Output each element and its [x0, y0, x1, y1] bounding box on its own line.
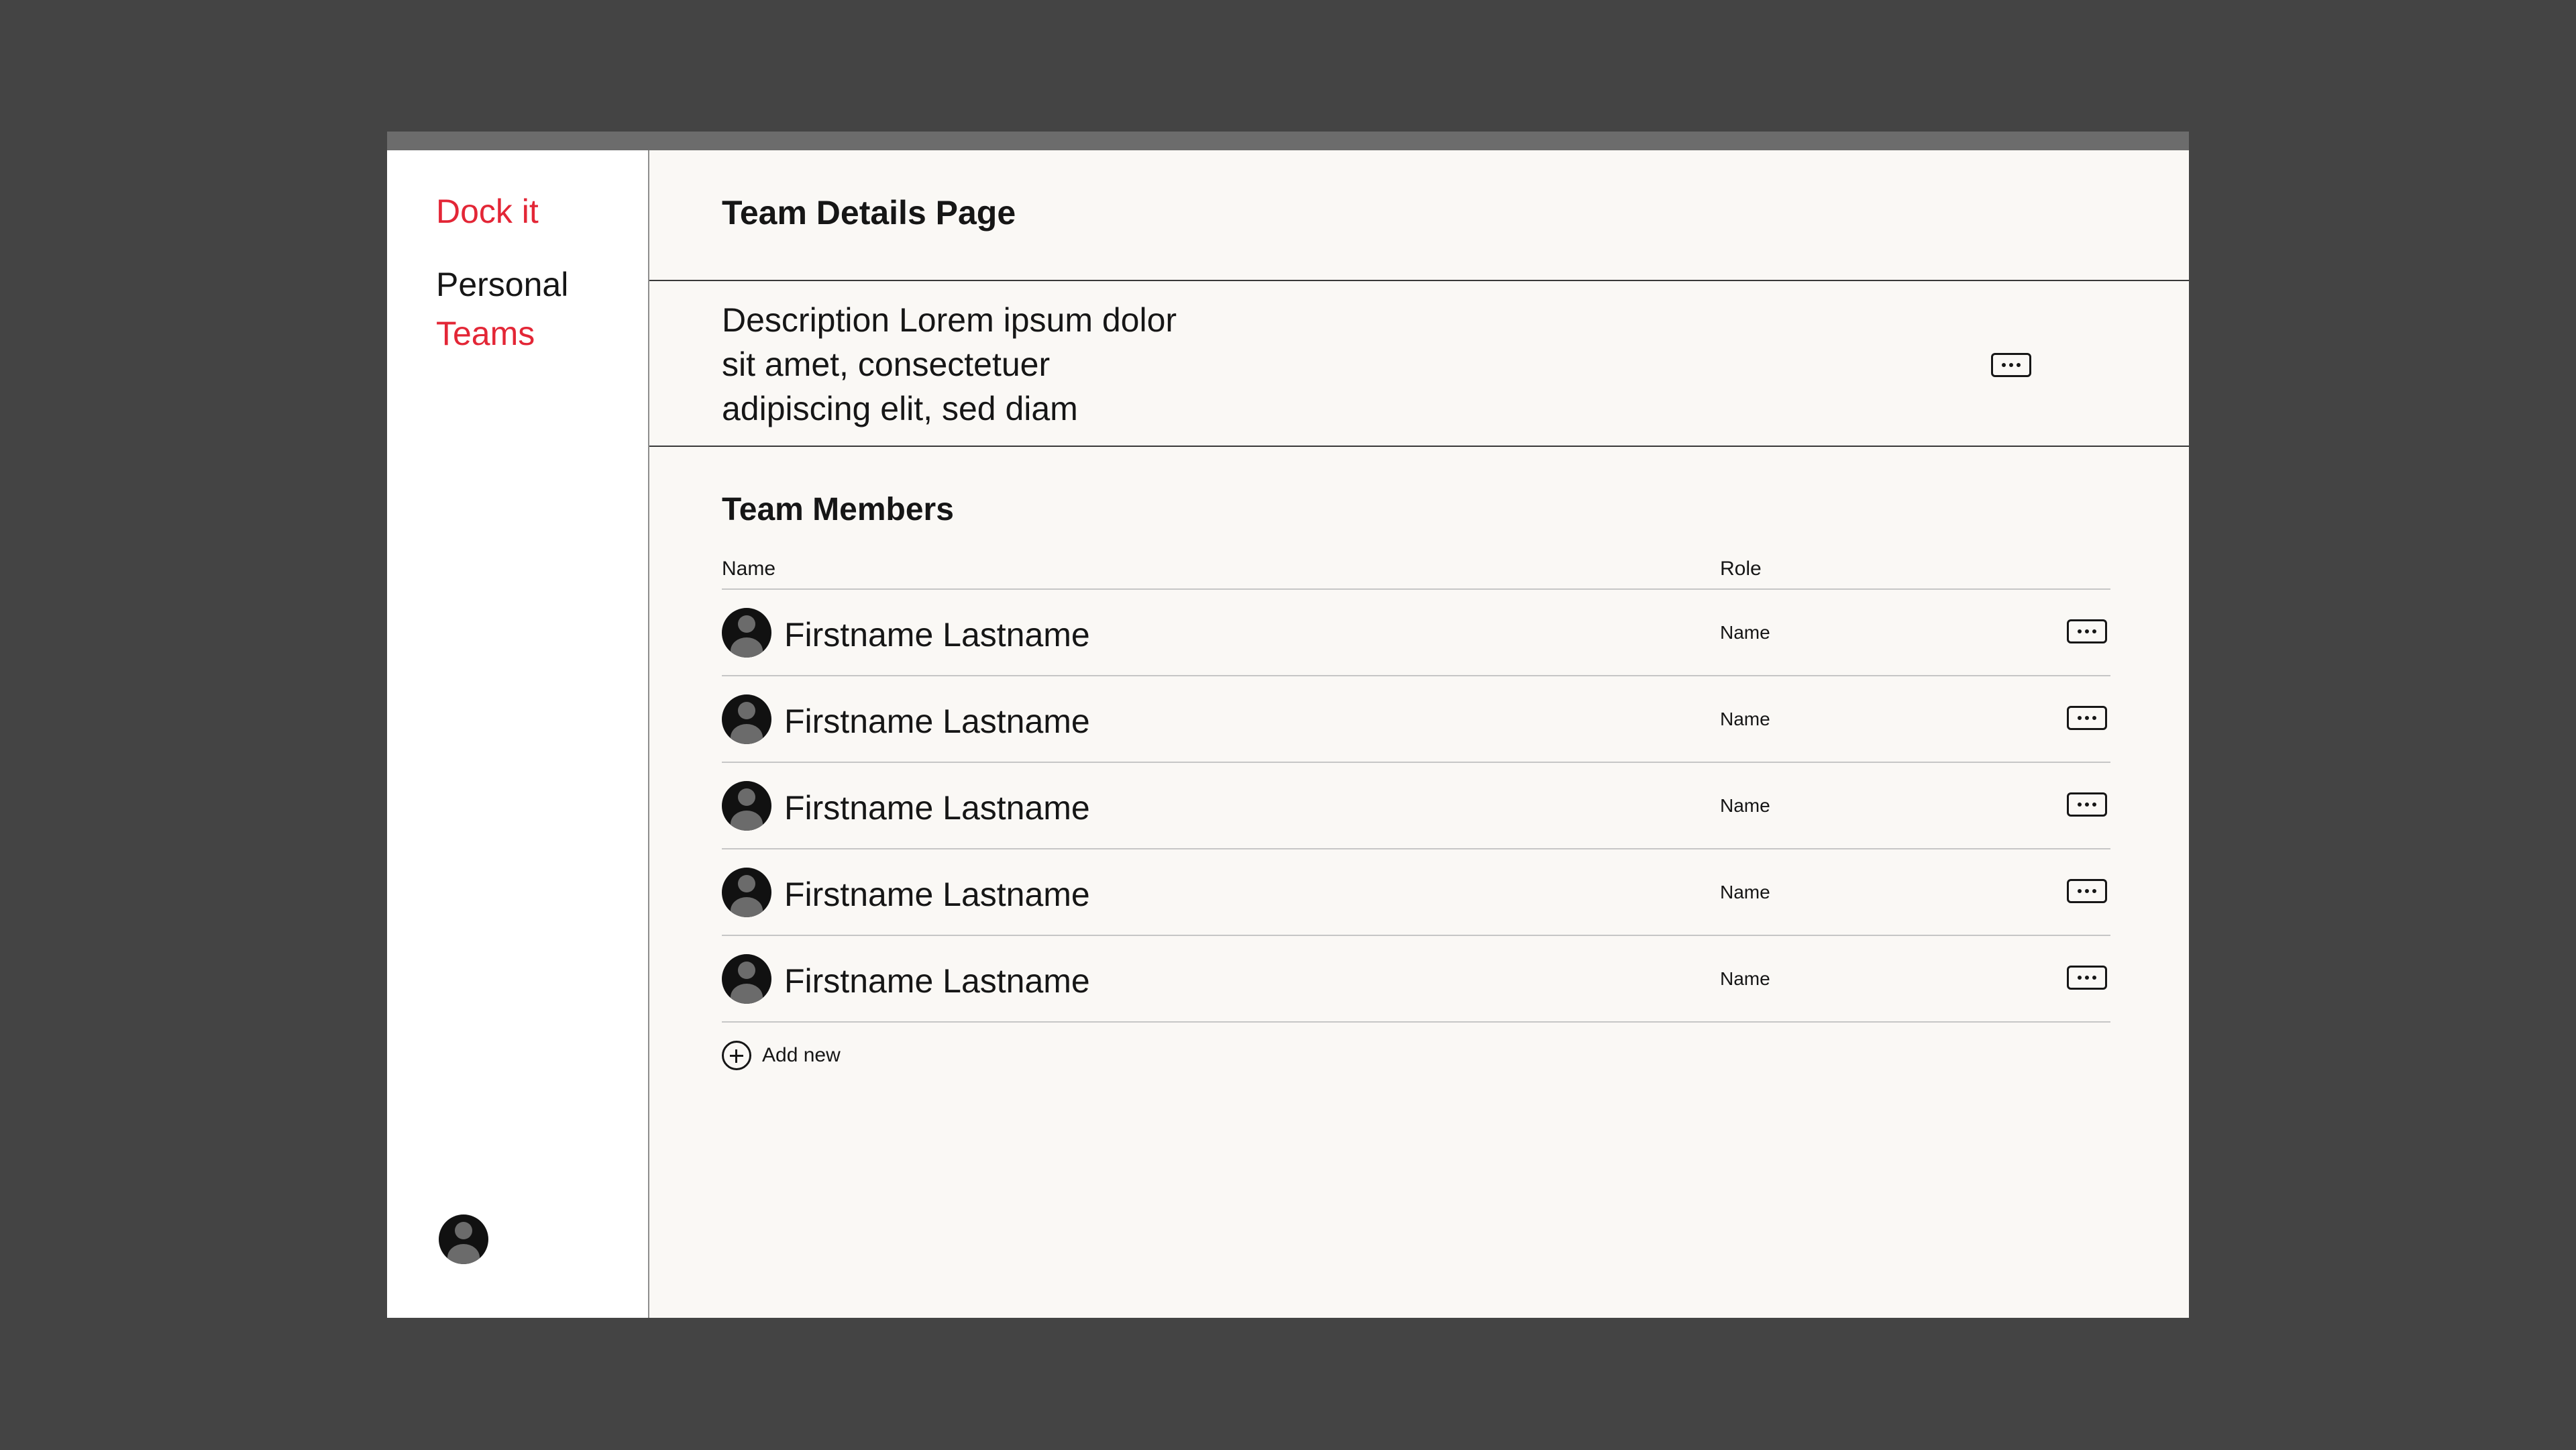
member-avatar-icon: [722, 868, 771, 917]
row-more-button[interactable]: [2067, 792, 2107, 817]
user-avatar-icon[interactable]: [439, 1214, 488, 1264]
member-avatar-icon: [722, 608, 771, 658]
member-role: Name: [1720, 968, 1770, 989]
column-header-role[interactable]: Role: [1720, 558, 1762, 580]
table-row[interactable]: Firstname Lastname Name: [722, 676, 2110, 763]
more-horizontal-icon: [2078, 976, 2082, 980]
table-header: Name Role: [722, 555, 2110, 590]
member-role: Name: [1720, 882, 1770, 902]
divider: [649, 280, 2189, 281]
description-more-button[interactable]: [1991, 353, 2031, 377]
member-name: Firstname Lastname: [784, 876, 1090, 913]
member-name: Firstname Lastname: [784, 962, 1090, 1000]
member-role: Name: [1720, 622, 1770, 643]
row-more-button[interactable]: [2067, 966, 2107, 990]
member-name: Firstname Lastname: [784, 703, 1090, 740]
table-row[interactable]: Firstname Lastname Name: [722, 936, 2110, 1023]
divider: [649, 446, 2189, 447]
more-horizontal-icon: [2002, 363, 2006, 367]
more-horizontal-icon: [2078, 629, 2082, 633]
row-more-button[interactable]: [2067, 619, 2107, 643]
more-horizontal-icon: [2078, 716, 2082, 720]
add-new-button[interactable]: Add new: [722, 1039, 841, 1072]
member-avatar-icon: [722, 781, 771, 831]
members-table: Name Role Firstname Lastname Name Firstn…: [722, 555, 2110, 1023]
member-name: Firstname Lastname: [784, 616, 1090, 654]
table-row[interactable]: Firstname Lastname Name: [722, 590, 2110, 676]
member-avatar-icon: [722, 694, 771, 744]
row-more-button[interactable]: [2067, 879, 2107, 903]
app-window: Dock it Personal Teams Team Details Page…: [387, 132, 2189, 1318]
add-new-label: Add new: [762, 1044, 841, 1066]
member-name: Firstname Lastname: [784, 789, 1090, 827]
plus-circle-icon: [722, 1041, 751, 1070]
table-row[interactable]: Firstname Lastname Name: [722, 849, 2110, 936]
table-row[interactable]: Firstname Lastname Name: [722, 763, 2110, 849]
more-horizontal-icon: [2078, 889, 2082, 893]
member-role: Name: [1720, 709, 1770, 729]
column-header-name[interactable]: Name: [722, 558, 775, 580]
member-avatar-icon: [722, 954, 771, 1004]
nav-item-teams[interactable]: Teams: [436, 314, 535, 353]
brand-logo[interactable]: Dock it: [436, 192, 539, 231]
member-role: Name: [1720, 795, 1770, 816]
page-title: Team Details Page: [722, 194, 1016, 231]
sidebar: Dock it Personal Teams: [387, 150, 649, 1318]
main-content: Team Details Page Description Lorem ipsu…: [649, 150, 2189, 1318]
more-horizontal-icon: [2078, 802, 2082, 807]
team-description: Description Lorem ipsum dolor sit amet, …: [722, 301, 1177, 427]
row-more-button[interactable]: [2067, 706, 2107, 730]
title-bar: [387, 132, 2189, 150]
nav-item-personal[interactable]: Personal: [436, 265, 568, 304]
team-members-title: Team Members: [722, 492, 954, 527]
